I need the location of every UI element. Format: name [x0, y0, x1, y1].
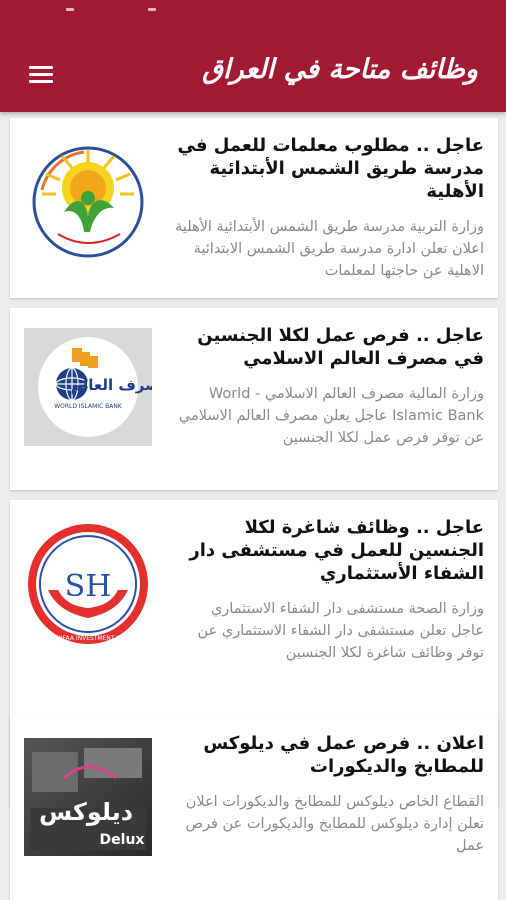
job-title[interactable]: اعلان .. فرص عمل في ديلوكس للمطابخ والدي… — [174, 732, 484, 778]
job-card[interactable]: ديلوكس Delux اعلان .. فرص عمل في ديلوكس … — [10, 716, 498, 900]
job-title[interactable]: عاجل .. فرص عمل لكلا الجنسين في مصرف الع… — [174, 324, 484, 370]
app-bar: وظائف متاحة في العراق — [0, 36, 506, 112]
status-bar — [0, 0, 506, 36]
job-summary: وزارة المالية مصرف العالم الاسلامي - Wor… — [178, 386, 484, 446]
job-summary: القطاع الخاص ديلوكس للمطابخ والديكورات ا… — [185, 794, 484, 854]
job-card-text: عاجل .. وظائف شاغرة لكلا الجنسين للعمل ف… — [174, 516, 484, 664]
job-card-text: عاجل .. مطلوب معلمات للعمل في مدرسة طريق… — [174, 134, 484, 282]
dar-al-shifa-hospital-logo: SH DAR ALSHIFAA INVESTMENT HOSPITAL — [24, 520, 152, 652]
job-card[interactable]: عاجل .. مطلوب معلمات للعمل في مدرسة طريق… — [10, 118, 498, 298]
job-card-text: اعلان .. فرص عمل في ديلوكس للمطابخ والدي… — [174, 732, 484, 857]
sun-school-logo — [24, 142, 152, 262]
app-title: وظائف متاحة في العراق — [202, 54, 478, 85]
svg-text:WORLD ISLAMIC BANK: WORLD ISLAMIC BANK — [54, 403, 123, 410]
world-islamic-bank-logo: مصرف العالم WORLD ISLAMIC BANK — [24, 328, 169, 446]
svg-text:ديلوكس: ديلوكس — [39, 798, 133, 826]
delux-kitchens-logo: ديلوكس Delux — [24, 738, 152, 856]
job-summary: وزارة التربية مدرسة طريق الشمس الأبتدائي… — [175, 219, 484, 279]
svg-text:Delux: Delux — [100, 832, 145, 848]
status-indicator — [66, 8, 74, 11]
job-card-text: عاجل .. فرص عمل لكلا الجنسين في مصرف الع… — [174, 324, 484, 449]
job-summary: وزارة الصحة مستشفى دار الشفاء الاستثماري… — [197, 601, 484, 661]
svg-text:SH: SH — [65, 569, 112, 604]
status-indicator — [148, 8, 156, 11]
job-title[interactable]: عاجل .. مطلوب معلمات للعمل في مدرسة طريق… — [174, 134, 484, 203]
job-card[interactable]: مصرف العالم WORLD ISLAMIC BANK عاجل .. ف… — [10, 308, 498, 490]
job-title[interactable]: عاجل .. وظائف شاغرة لكلا الجنسين للعمل ف… — [174, 516, 484, 585]
svg-text:مصرف العالم: مصرف العالم — [71, 376, 152, 394]
hamburger-menu-icon[interactable] — [26, 61, 56, 87]
svg-text:DAR ALSHIFAA INVESTMENT HOSPIT: DAR ALSHIFAA INVESTMENT HOSPITAL — [30, 635, 146, 642]
